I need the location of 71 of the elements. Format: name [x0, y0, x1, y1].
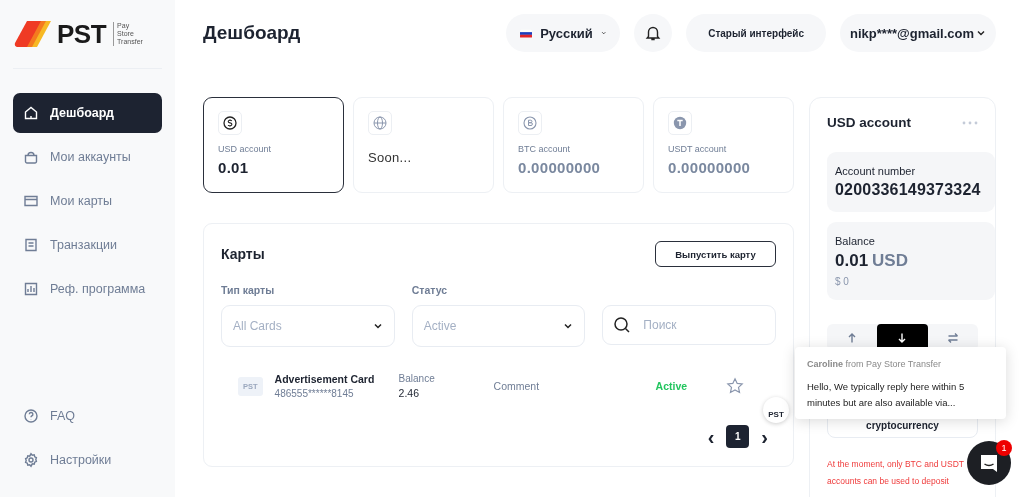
card-icon — [23, 193, 39, 209]
card-number: 486555******8145 — [274, 388, 355, 399]
page-title: Дешбоард — [203, 22, 301, 44]
currency-code: USD — [872, 251, 908, 271]
tether-icon — [668, 111, 692, 135]
dollar-icon — [218, 111, 242, 135]
notification-button[interactable] — [634, 14, 673, 52]
nav-item[interactable]: Мои аккаунты — [13, 137, 162, 177]
nav-item[interactable]: FAQ — [13, 396, 162, 436]
swap-arrows-icon — [946, 331, 959, 344]
account-card[interactable]: BTC account 0.00000000 — [503, 97, 644, 193]
star-icon[interactable] — [725, 377, 744, 395]
page-button[interactable]: 1 — [726, 425, 750, 448]
nav-item[interactable]: Транзакции — [13, 225, 162, 265]
chat-icon — [978, 452, 1000, 474]
logo-icon — [13, 19, 53, 49]
account-balance: 0.00000000 — [518, 159, 602, 176]
globe-icon — [368, 111, 392, 135]
chevron-icon — [563, 321, 574, 331]
panel-title: USD account — [827, 115, 911, 130]
account-balance: 0.00000000 — [668, 159, 752, 176]
field-label: Balance — [835, 235, 876, 247]
account-label: USDT account — [668, 144, 728, 154]
previous-page-button[interactable]: ‹ — [703, 426, 719, 447]
nav-item[interactable]: Дешбоард — [13, 93, 162, 133]
card-status: Active — [655, 380, 689, 392]
chevron-icon — [976, 28, 986, 38]
chat-launcher-button[interactable] — [967, 441, 1011, 485]
user-menu[interactable]: nikp****@gmail.com — [840, 14, 996, 52]
unread-badge: 1 — [996, 440, 1012, 456]
issue-card-button[interactable]: Выпустить карту — [655, 241, 776, 267]
bitcoin-icon — [518, 111, 542, 135]
card-balance: 2.46 — [398, 387, 421, 399]
chat-popup[interactable]: Caroline from Pay Store Transfer Hello, We typically reply here within 5 minutes but are also available via... — [795, 347, 1006, 419]
language-select[interactable]: Русский — [506, 14, 621, 52]
field-label: Account number — [835, 165, 917, 177]
help-icon — [23, 408, 39, 424]
account-card[interactable]: USD account 0.01 — [203, 97, 344, 193]
warning-text: At the moment, only BTC and USDT accounts can be used to deposit — [827, 458, 965, 488]
nav-item[interactable]: Мои карты — [13, 181, 162, 221]
fiat-balance: $ 0 — [835, 276, 850, 287]
section-title: Карты — [221, 246, 265, 262]
list-icon — [23, 237, 39, 253]
old-interface-button[interactable]: Старый интерфейс — [686, 14, 827, 52]
account-number: 0200336149373324 — [835, 181, 982, 199]
settings-icon — [23, 452, 39, 468]
bag-icon — [23, 149, 39, 165]
balance-label: Balance — [398, 373, 436, 384]
chat-sender: Caroline from Pay Store Transfer — [807, 359, 943, 369]
search-field[interactable]: Поиск — [602, 305, 776, 345]
next-page-button[interactable]: › — [757, 426, 772, 447]
chart-icon — [23, 281, 39, 297]
nav-item[interactable]: Реф. программа — [13, 269, 162, 309]
bell-icon — [644, 24, 663, 42]
balance-amount: 0.01 — [835, 251, 869, 271]
chevron-icon — [372, 321, 383, 331]
account-card[interactable]: Soon... — [353, 97, 494, 193]
account-card[interactable]: USDT account 0.00000000 — [653, 97, 794, 193]
nav-item[interactable]: Настройки — [13, 440, 162, 480]
account-balance: 0.01 — [218, 159, 250, 176]
filter-label: Тип карты — [221, 284, 276, 296]
card-comment: Comment — [493, 380, 541, 392]
account-label: BTC account — [518, 144, 572, 154]
chat-avatar: PST — [763, 397, 789, 423]
card-name: Advertisement Card — [274, 373, 376, 385]
search-icon — [613, 316, 632, 334]
filter-label: Статус — [411, 284, 449, 296]
logo-wordmark: PST — [57, 18, 107, 50]
account-label: USD account — [218, 144, 273, 154]
home-icon — [23, 105, 39, 121]
account-balance: Soon... — [368, 150, 413, 165]
